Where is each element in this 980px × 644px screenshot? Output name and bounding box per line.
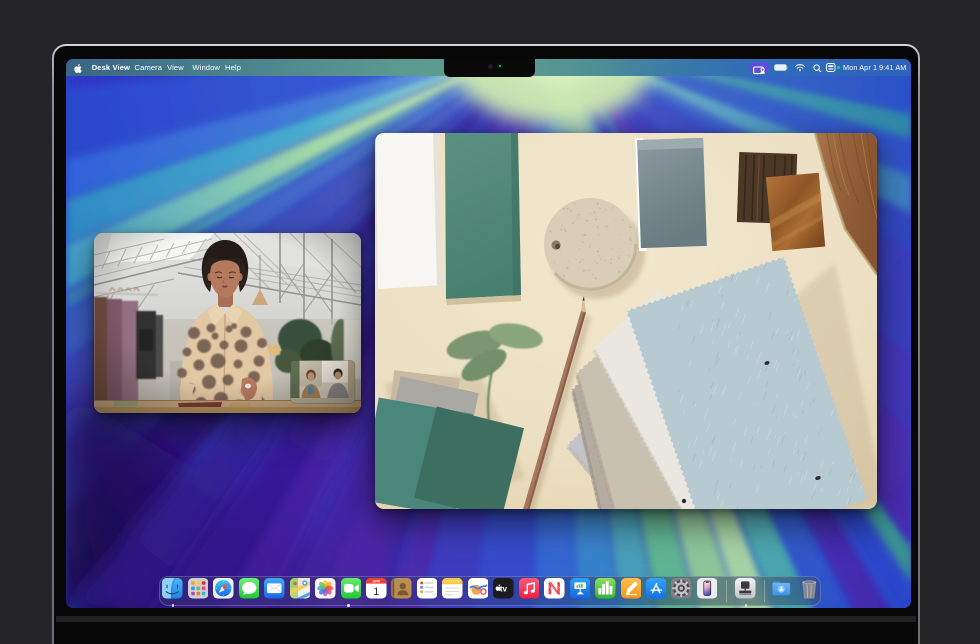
svg-text:APR: APR bbox=[373, 580, 381, 584]
svg-text:tv: tv bbox=[500, 585, 508, 594]
svg-text:1: 1 bbox=[373, 586, 379, 598]
